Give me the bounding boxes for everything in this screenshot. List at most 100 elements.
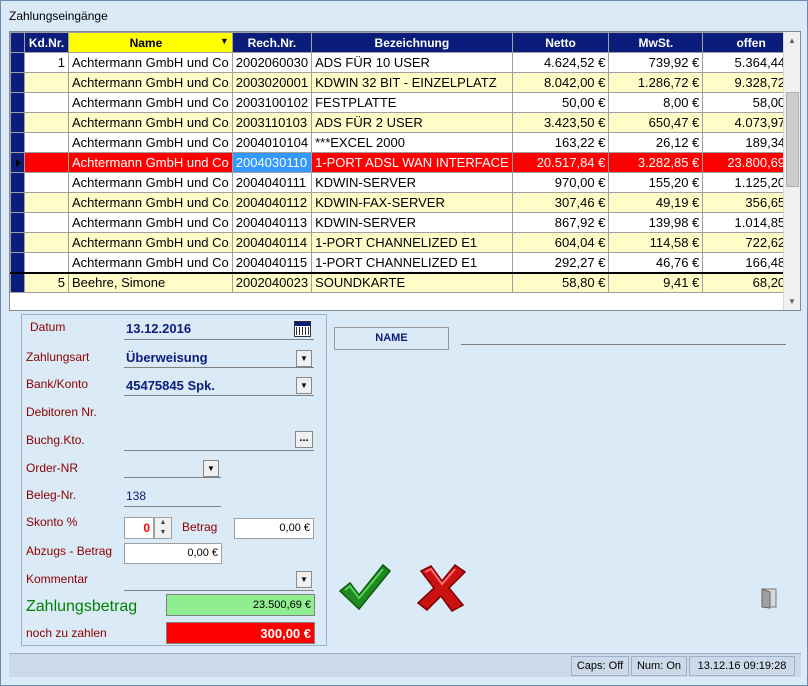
row-selector[interactable] <box>10 72 25 93</box>
bank-select[interactable]: 45475845 Spk. <box>126 378 215 393</box>
row-selector[interactable] <box>10 192 25 213</box>
cell-rechnr[interactable]: 2004040115 <box>231 252 313 273</box>
cell-mwst[interactable]: 8,00 € <box>608 92 704 113</box>
cell-name[interactable]: Achtermann GmbH und Co <box>67 72 233 93</box>
cell-bezeichnung[interactable]: KDWIN-FAX-SERVER <box>311 192 513 213</box>
row-selector[interactable] <box>10 152 25 173</box>
cell-bezeichnung[interactable]: ADS FÜR 10 USER <box>311 52 513 73</box>
table-row[interactable]: Achtermann GmbH und Co 2004040114 1-PORT C… <box>10 232 800 253</box>
chevron-down-icon[interactable]: ▼ <box>296 350 312 367</box>
cell-netto[interactable]: 20.517,84 € <box>511 152 610 173</box>
cell-name[interactable]: Achtermann GmbH und Co <box>67 172 233 193</box>
cancel-x-icon[interactable] <box>415 563 469 613</box>
cell-mwst[interactable]: 9,41 € <box>608 271 704 293</box>
col-kdnr-header[interactable]: Kd.Nr. <box>24 32 69 53</box>
table-row[interactable]: Achtermann GmbH und Co 2004040111 KDWIN-SE… <box>10 172 800 193</box>
name-button[interactable]: NAME <box>334 327 449 350</box>
skonto-stepper[interactable]: ▲ ▼ <box>154 517 172 539</box>
cell-mwst[interactable]: 49,19 € <box>608 192 704 213</box>
cell-mwst[interactable]: 155,20 € <box>608 172 704 193</box>
abzugs-input[interactable]: 0,00 € <box>124 543 222 564</box>
cell-kdnr[interactable]: 5 <box>24 271 69 293</box>
table-row[interactable]: 5 Beehre, Simone 2002040023 SOUNDKARTE 58,80… <box>10 271 800 293</box>
cell-kdnr[interactable] <box>24 172 69 193</box>
stepper-up-icon[interactable]: ▲ <box>155 518 171 528</box>
cell-kdnr[interactable] <box>24 72 69 93</box>
cell-name[interactable]: Achtermann GmbH und Co <box>67 52 233 73</box>
cell-bezeichnung[interactable]: KDWIN-SERVER <box>311 172 513 193</box>
cell-mwst[interactable]: 3.282,85 € <box>608 152 704 173</box>
cell-mwst[interactable]: 114,58 € <box>608 232 704 253</box>
table-row[interactable]: Achtermann GmbH und Co 2003020001 KDWIN 32… <box>10 72 800 93</box>
zahlungsbetrag-input[interactable]: 23.500,69 € <box>166 594 315 616</box>
cell-bezeichnung[interactable]: 1-PORT CHANNELIZED E1 <box>311 232 513 253</box>
cell-bezeichnung[interactable]: ***EXCEL 2000 <box>311 132 513 153</box>
cell-kdnr[interactable] <box>24 232 69 253</box>
cell-kdnr[interactable] <box>24 152 69 173</box>
betrag-input[interactable]: 0,00 € <box>234 518 314 539</box>
table-row[interactable]: Achtermann GmbH und Co 2004040113 KDWIN-SE… <box>10 212 800 233</box>
table-row[interactable]: Achtermann GmbH und Co 2004040112 KDWIN-FA… <box>10 192 800 213</box>
table-row[interactable]: Achtermann GmbH und Co 2003100102 FESTPLAT… <box>10 92 800 113</box>
cell-kdnr[interactable] <box>24 112 69 133</box>
row-selector[interactable] <box>10 252 25 273</box>
cell-bezeichnung[interactable]: KDWIN 32 BIT - EINZELPLATZ <box>311 72 513 93</box>
col-name-header[interactable]: Name ▼ <box>67 32 233 53</box>
scroll-down-icon[interactable]: ▼ <box>784 293 800 310</box>
cell-netto[interactable]: 50,00 € <box>511 92 610 113</box>
cell-bezeichnung[interactable]: 1-PORT ADSL WAN INTERFACE <box>311 152 513 173</box>
exit-door-icon[interactable] <box>761 588 779 609</box>
col-netto-header[interactable]: Netto <box>511 32 610 53</box>
col-bezeichnung-header[interactable]: Bezeichnung <box>311 32 513 53</box>
cell-rechnr[interactable]: 2004040113 <box>231 212 313 233</box>
cell-name[interactable]: Achtermann GmbH und Co <box>67 152 233 173</box>
cell-mwst[interactable]: 139,98 € <box>608 212 704 233</box>
row-selector[interactable] <box>10 212 25 233</box>
calendar-icon[interactable] <box>294 321 311 337</box>
cell-name[interactable]: Achtermann GmbH und Co <box>67 252 233 273</box>
col-rechnr-header[interactable]: Rech.Nr. <box>231 32 313 53</box>
table-row[interactable]: Achtermann GmbH und Co 2003110103 ADS FÜR … <box>10 112 800 133</box>
row-selector[interactable] <box>10 92 25 113</box>
cell-bezeichnung[interactable]: 1-PORT CHANNELIZED E1 <box>311 252 513 273</box>
cell-name[interactable]: Achtermann GmbH und Co <box>67 212 233 233</box>
table-row[interactable]: Achtermann GmbH und Co 2004010104 ***EXCEL… <box>10 132 800 153</box>
cell-name[interactable]: Achtermann GmbH und Co <box>67 232 233 253</box>
table-row[interactable]: Achtermann GmbH und Co 2004030110 1-PORT A… <box>10 152 800 173</box>
cell-bezeichnung[interactable]: KDWIN-SERVER <box>311 212 513 233</box>
cell-netto[interactable]: 970,00 € <box>511 172 610 193</box>
cell-kdnr[interactable] <box>24 252 69 273</box>
cell-rechnr[interactable]: 2004040114 <box>231 232 313 253</box>
cell-name[interactable]: Achtermann GmbH und Co <box>67 132 233 153</box>
cell-netto[interactable]: 8.042,00 € <box>511 72 610 93</box>
chevron-down-icon[interactable]: ▼ <box>296 377 312 394</box>
confirm-checkmark-icon[interactable] <box>337 561 393 613</box>
cell-rechnr[interactable]: 2002040023 <box>231 271 313 293</box>
datum-field[interactable]: 13.12.2016 <box>126 321 191 336</box>
cell-rechnr[interactable]: 2004040111 <box>231 172 313 193</box>
cell-bezeichnung[interactable]: FESTPLATTE <box>311 92 513 113</box>
row-selector[interactable] <box>10 232 25 253</box>
cell-mwst[interactable]: 1.286,72 € <box>608 72 704 93</box>
cell-kdnr[interactable] <box>24 92 69 113</box>
cell-mwst[interactable]: 46,76 € <box>608 252 704 273</box>
cell-mwst[interactable]: 650,47 € <box>608 112 704 133</box>
cell-rechnr[interactable]: 2002060030 <box>231 52 313 73</box>
cell-mwst[interactable]: 739,92 € <box>608 52 704 73</box>
cell-rechnr[interactable]: 2004010104 <box>231 132 313 153</box>
cell-netto[interactable]: 58,80 € <box>511 271 610 293</box>
cell-netto[interactable]: 604,04 € <box>511 232 610 253</box>
grid-vertical-scrollbar[interactable]: ▲ ▼ <box>783 32 800 310</box>
cell-name[interactable]: Achtermann GmbH und Co <box>67 112 233 133</box>
buchg-browse-button[interactable]: ... <box>295 431 313 448</box>
cell-bezeichnung[interactable]: SOUNDKARTE <box>311 271 513 293</box>
scroll-thumb[interactable] <box>786 92 799 187</box>
cell-name[interactable]: Beehre, Simone <box>67 271 233 293</box>
col-mwst-header[interactable]: MwSt. <box>608 32 704 53</box>
cell-kdnr[interactable]: 1 <box>24 52 69 73</box>
cell-netto[interactable]: 307,46 € <box>511 192 610 213</box>
cell-rechnr[interactable]: 2003020001 <box>231 72 313 93</box>
zahlungsart-select[interactable]: Überweisung <box>126 350 208 365</box>
cell-mwst[interactable]: 26,12 € <box>608 132 704 153</box>
cell-kdnr[interactable] <box>24 212 69 233</box>
